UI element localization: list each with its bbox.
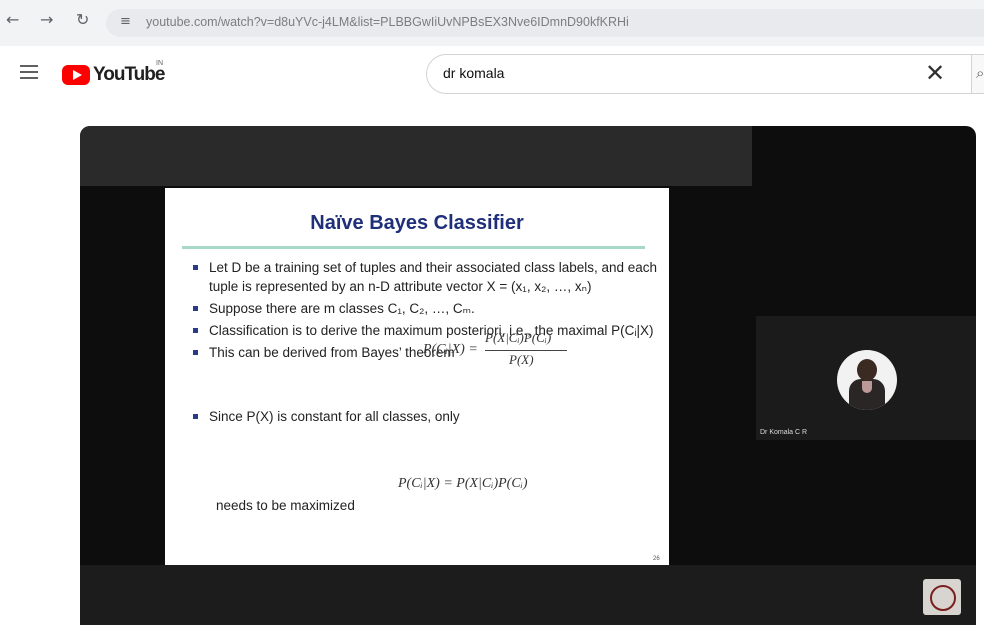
presentation-slide: Naïve Bayes Classifier Let D be a traini… [165, 188, 669, 565]
reload-icon[interactable]: ↻ [76, 10, 89, 29]
formula-denominator: P(X) [509, 352, 534, 367]
formula-numerator: P(X|Cᵢ)P(Cᵢ) [485, 330, 552, 345]
participant-name: Dr Komala C R [760, 429, 808, 436]
country-code: IN [156, 60, 163, 67]
logo-wordmark: YouTube [93, 64, 165, 85]
search-button[interactable]: ⌕ [971, 55, 984, 93]
slide-bullet: Let D be a training set of tuples and th… [189, 258, 659, 296]
institution-emblem-icon [923, 579, 961, 615]
slide-bullet: Classification is to derive the maximum … [189, 321, 659, 340]
participant-video: Dr Komala C R [756, 316, 976, 440]
video-bottom-band [80, 565, 976, 625]
browser-toolbar: ← → ↻ ≡ youtube.com/watch?v=d8uYVc-j4LM&… [0, 0, 984, 46]
slide-bullet: Suppose there are m classes C₁, C₂, …, C… [189, 299, 659, 318]
menu-icon[interactable] [20, 65, 38, 79]
fraction-bar [485, 350, 567, 351]
youtube-header: YouTube IN ✕ ⌕ [0, 46, 984, 106]
participant-avatar [837, 350, 897, 410]
slide-page-number: 26 [653, 556, 660, 562]
search-input[interactable] [443, 65, 903, 81]
address-bar[interactable]: ≡ youtube.com/watch?v=d8uYVc-j4LM&list=P… [106, 9, 984, 37]
video-top-band [80, 126, 752, 186]
search-bar[interactable]: ✕ ⌕ [426, 54, 984, 94]
play-logo-icon [62, 65, 90, 85]
site-info-icon[interactable]: ≡ [120, 14, 131, 29]
slide-bullet: Since P(X) is constant for all classes, … [189, 407, 659, 426]
formula-lhs: P(Cᵢ|X) = [423, 342, 478, 357]
slide-footer-text: needs to be maximized [216, 498, 355, 513]
slide-title: Naïve Bayes Classifier [310, 212, 524, 234]
url-text[interactable]: youtube.com/watch?v=d8uYVc-j4LM&list=PLB… [146, 15, 629, 29]
maximize-formula: P(Cᵢ|X) = P(X|Cᵢ)P(Cᵢ) [398, 476, 528, 491]
back-arrow-icon[interactable]: ← [6, 10, 19, 29]
search-icon: ⌕ [976, 64, 984, 82]
video-player[interactable]: Naïve Bayes Classifier Let D be a traini… [80, 126, 976, 625]
forward-arrow-icon[interactable]: → [40, 10, 53, 29]
clear-search-icon[interactable]: ✕ [925, 59, 945, 87]
slide-divider [182, 246, 645, 249]
